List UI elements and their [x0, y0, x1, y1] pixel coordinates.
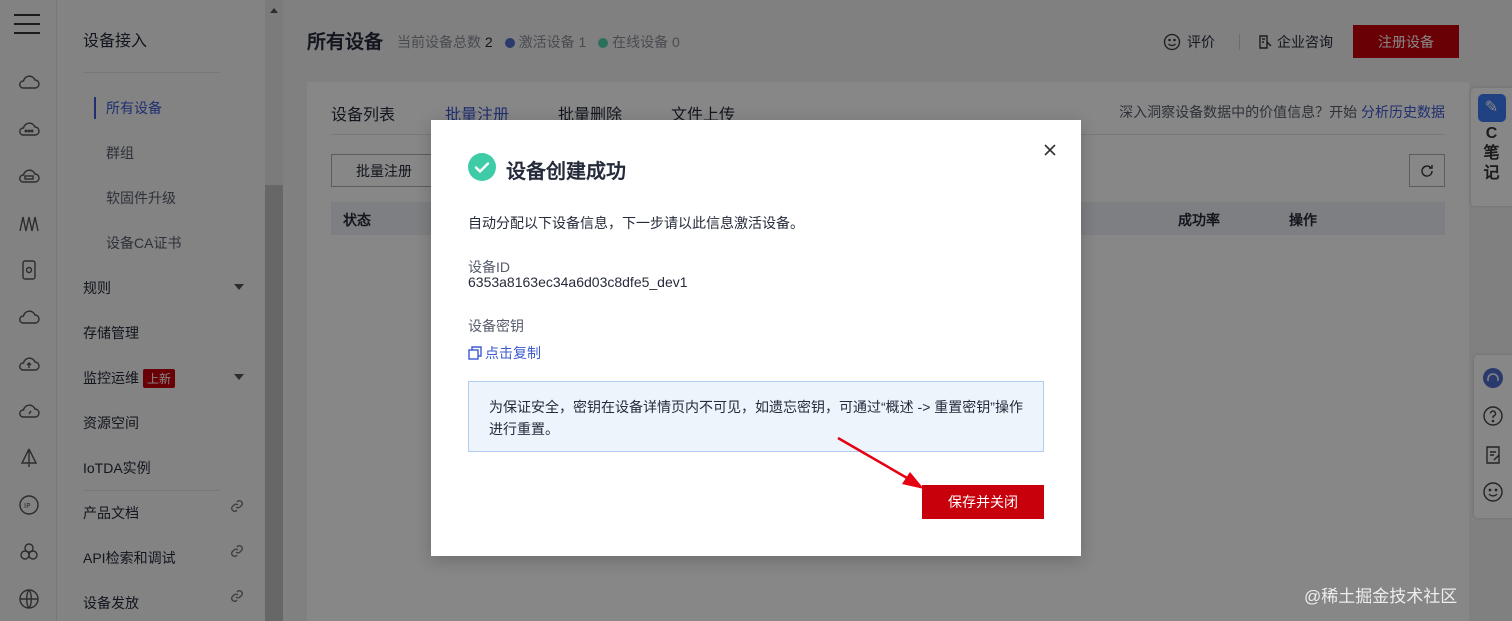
device-secret-label: 设备密钥	[468, 318, 524, 334]
close-icon[interactable]	[1042, 142, 1058, 158]
watermark: @稀土掘金技术社区	[1304, 587, 1458, 606]
device-created-dialog: 设备创建成功 自动分配以下设备信息，下一步请以此信息激活设备。 设备ID 635…	[431, 120, 1081, 556]
copy-label: 点击复制	[485, 345, 541, 361]
copy-secret-link[interactable]: 点击复制	[468, 343, 541, 363]
dialog-description: 自动分配以下设备信息，下一步请以此信息激活设备。	[468, 215, 804, 231]
device-id-value: 6353a8163ec34a6d03c8dfe5_dev1	[468, 274, 688, 290]
success-check-icon	[468, 153, 496, 181]
dialog-title: 设备创建成功	[506, 161, 626, 183]
security-notice: 为保证安全，密钥在设备详情页内不可见，如遗忘密钥，可通过“概述 -> 重置密钥”…	[468, 381, 1044, 452]
save-and-close-button[interactable]: 保存并关闭	[922, 485, 1044, 519]
copy-icon	[468, 346, 482, 360]
